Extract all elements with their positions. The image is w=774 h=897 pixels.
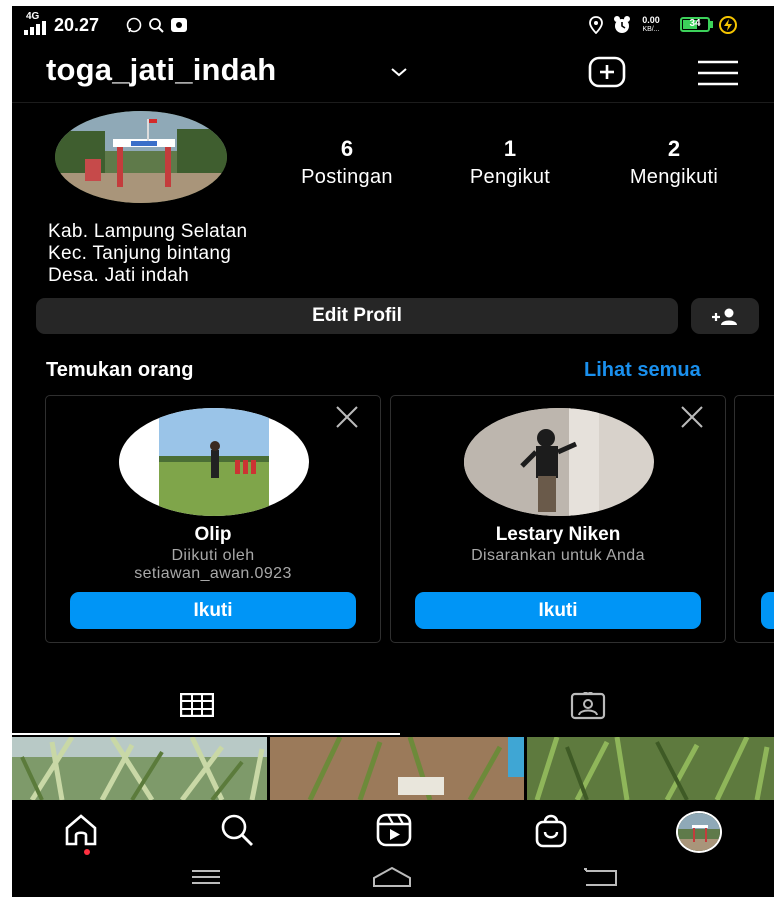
follow-button-partial[interactable]: [761, 592, 774, 629]
profile-username[interactable]: toga_jati_indah: [46, 52, 276, 88]
bio-line-2: Kec. Tanjung bintang: [48, 243, 232, 264]
suggestion-avatar[interactable]: [119, 408, 309, 516]
suggestion-name[interactable]: Lestary Niken: [391, 524, 725, 546]
profile-tab-avatar[interactable]: [676, 811, 722, 853]
bio-line-3: Desa. Jati indah: [48, 265, 190, 286]
profile-avatar[interactable]: [55, 111, 227, 203]
battery-icon: 34: [680, 17, 710, 32]
suggestion-card: Olip Diikuti oleh setiawan_awan.0923 Iku…: [45, 395, 381, 643]
alarm-icon: [614, 16, 630, 33]
discover-people-title: Temukan orang: [46, 359, 194, 381]
system-navigation-bar: [12, 856, 774, 897]
stat-following[interactable]: 2 Mengikuti: [604, 136, 744, 189]
back-icon[interactable]: [582, 866, 620, 888]
instagram-profile-screen: 4G 20.27 0.00 KB/... 34 toga_jati_indah: [12, 6, 774, 897]
add-person-icon: [712, 308, 737, 325]
gallery-notification-icon: [171, 18, 187, 32]
suggestion-avatar[interactable]: [464, 408, 654, 516]
new-post-icon[interactable]: [588, 56, 626, 88]
status-bar: 4G 20.27 0.00 KB/... 34: [12, 6, 774, 46]
reels-icon[interactable]: [376, 813, 412, 847]
charging-icon: [719, 16, 737, 34]
post-thumbnail[interactable]: [527, 737, 774, 800]
suggestion-subtitle: Disarankan untuk Anda: [471, 547, 645, 564]
chevron-down-icon[interactable]: [390, 66, 408, 78]
see-all-link[interactable]: Lihat semua: [584, 359, 701, 382]
home-icon[interactable]: [64, 813, 98, 847]
suggestion-subtitle: Diikuti oleh: [171, 547, 255, 564]
edit-profile-button[interactable]: Edit Profil: [36, 298, 678, 334]
search-notification-icon: [149, 18, 164, 33]
shop-icon[interactable]: [534, 812, 568, 848]
grid-icon[interactable]: [180, 693, 214, 717]
signal-icon: [24, 21, 46, 35]
stat-followers[interactable]: 1 Pengikut: [450, 136, 570, 189]
home-notification-dot: [84, 849, 90, 855]
active-tab-indicator: [12, 733, 400, 735]
suggestion-name[interactable]: Olip: [46, 524, 380, 546]
suggestion-subtitle-user: setiawan_awan.0923: [134, 565, 292, 582]
stat-posts[interactable]: 6 Postingan: [280, 136, 414, 189]
data-speed: 0.00 KB/...: [642, 15, 660, 34]
follow-button[interactable]: Ikuti: [415, 592, 701, 629]
post-thumbnail[interactable]: [270, 737, 524, 800]
whatsapp-icon: [126, 17, 142, 33]
suggestion-card-partial: [734, 395, 774, 643]
menu-icon[interactable]: [696, 58, 740, 88]
follow-button[interactable]: Ikuti: [70, 592, 356, 629]
bottom-navigation: [12, 801, 774, 856]
status-time: 20.27: [54, 15, 100, 35]
header-divider: [12, 102, 774, 103]
location-icon: [589, 16, 603, 34]
discover-people-button[interactable]: [691, 298, 759, 334]
recents-icon[interactable]: [190, 868, 222, 886]
home-system-icon[interactable]: [372, 866, 412, 888]
suggestion-card: Lestary Niken Disarankan untuk Anda Ikut…: [390, 395, 726, 643]
close-icon[interactable]: [679, 404, 705, 430]
post-thumbnail[interactable]: [12, 737, 267, 800]
close-icon[interactable]: [334, 404, 360, 430]
profile-avatar-image: [55, 111, 227, 203]
tagged-icon[interactable]: [570, 692, 606, 720]
search-icon[interactable]: [220, 813, 254, 847]
bio-line-1: Kab. Lampung Selatan: [48, 221, 248, 242]
